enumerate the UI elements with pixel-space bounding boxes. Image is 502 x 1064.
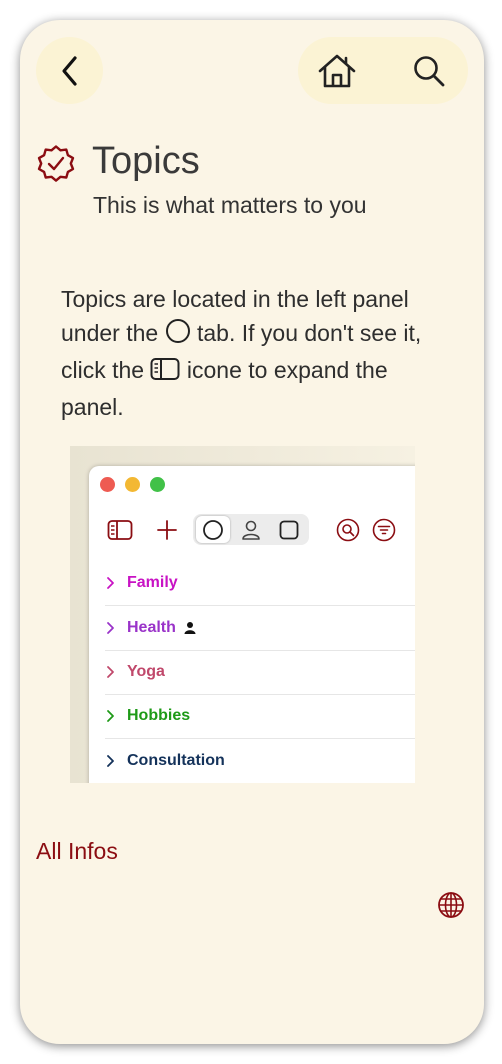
topic-label: Consultation xyxy=(127,752,225,769)
search-button[interactable] xyxy=(408,50,450,92)
close-window-dot xyxy=(100,477,115,492)
square-icon xyxy=(276,517,302,543)
magnifier-circle-icon xyxy=(334,516,362,544)
person-icon xyxy=(238,517,264,543)
page-subtitle: This is what matters to you xyxy=(93,192,367,218)
circle-icon xyxy=(200,517,226,543)
back-button[interactable] xyxy=(36,37,103,104)
chevron-right-icon xyxy=(105,665,127,679)
topic-label: Family xyxy=(127,574,178,591)
magnifier-icon xyxy=(414,56,445,87)
sidebar-icon xyxy=(106,516,134,544)
topics-preview-image: Family Health Yoga Hobbies Consultation xyxy=(70,446,415,783)
plus-icon xyxy=(153,516,181,544)
chevron-right-icon xyxy=(105,576,127,590)
home-button[interactable] xyxy=(316,50,358,92)
topic-tab-selector xyxy=(193,514,309,545)
topic-row-family: Family xyxy=(105,561,415,606)
chevron-right-icon xyxy=(105,754,127,768)
house-icon xyxy=(318,54,356,88)
top-actions-pill xyxy=(298,37,468,104)
topic-row-consultation: Consultation xyxy=(105,739,415,783)
zoom-window-dot xyxy=(150,477,165,492)
chevron-right-icon xyxy=(105,709,127,723)
chevron-left-icon xyxy=(61,55,77,86)
globe-icon[interactable] xyxy=(437,891,465,919)
chevron-right-icon xyxy=(105,621,127,635)
intro-text: Topics are located in the left panel und… xyxy=(61,282,456,424)
topic-label: Hobbies xyxy=(127,707,191,724)
topic-label: Health xyxy=(127,619,176,636)
topic-label: Yoga xyxy=(127,663,165,680)
page-title: Topics xyxy=(92,140,200,182)
person-icon xyxy=(184,621,196,635)
all-infos-link[interactable]: All Infos xyxy=(36,838,118,865)
topic-row-health: Health xyxy=(105,606,415,651)
topic-row-hobbies: Hobbies xyxy=(105,694,415,739)
checkmark-seal-icon xyxy=(37,145,75,182)
minimize-window-dot xyxy=(125,477,140,492)
sidebar-icon xyxy=(150,356,180,390)
preview-window: Family Health Yoga Hobbies Consultation xyxy=(89,466,415,783)
circle-icon xyxy=(165,318,191,353)
topic-row-yoga: Yoga xyxy=(105,650,415,695)
filter-circle-icon xyxy=(370,516,398,544)
app-screen: Topics This is what matters to you Topic… xyxy=(20,20,484,1044)
